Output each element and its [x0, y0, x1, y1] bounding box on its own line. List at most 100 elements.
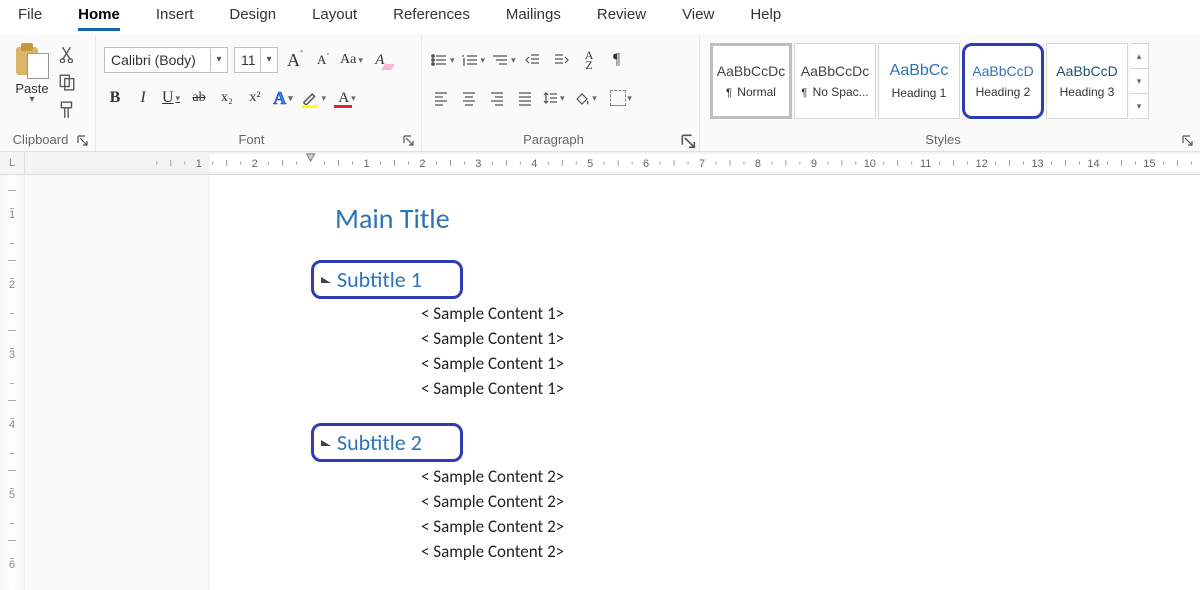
chevron-down-icon[interactable]: ▾: [260, 49, 277, 71]
menu-bar: FileHomeInsertDesignLayoutReferencesMail…: [0, 0, 1200, 34]
copy-button[interactable]: [58, 73, 76, 91]
align-center-button[interactable]: [458, 86, 480, 110]
svg-text:10: 10: [864, 158, 876, 170]
dialog-launcher-styles[interactable]: [1182, 134, 1194, 146]
dialog-launcher-clipboard[interactable]: [77, 134, 89, 146]
style-heading-2[interactable]: AaBbCcD Heading 2: [962, 43, 1044, 119]
cut-button[interactable]: [58, 45, 76, 63]
font-name-value: Calibri (Body): [105, 52, 210, 68]
doc-paragraph[interactable]: < Sample Content 2>: [421, 516, 1200, 537]
clear-formatting-button[interactable]: A: [369, 48, 391, 72]
superscript-button[interactable]: x²: [244, 86, 266, 110]
strikethrough-button[interactable]: ab: [188, 86, 210, 110]
group-label-styles: Styles: [700, 129, 1186, 151]
svg-text:12: 12: [976, 158, 988, 170]
styles-scroll-up[interactable]: ▴: [1130, 44, 1148, 69]
styles-scroll-down[interactable]: ▾: [1130, 69, 1148, 94]
show-marks-button[interactable]: ¶: [606, 48, 628, 72]
collapse-handle-icon[interactable]: [321, 440, 331, 446]
vruler-number: 3: [0, 349, 24, 361]
svg-text:2: 2: [419, 158, 425, 170]
justify-button[interactable]: [514, 86, 536, 110]
style-no-spac-[interactable]: AaBbCcDc¶ No Spac...: [794, 43, 876, 119]
style-sample: AaBbCc: [890, 62, 949, 80]
doc-paragraph[interactable]: < Sample Content 2>: [421, 541, 1200, 562]
bullets-button[interactable]: ▾: [430, 48, 455, 72]
sort-button[interactable]: A Z: [578, 48, 600, 72]
text-effects-button[interactable]: A▾: [272, 86, 294, 110]
menu-tab-help[interactable]: Help: [732, 2, 799, 29]
style-heading-3[interactable]: AaBbCcD Heading 3: [1046, 43, 1128, 119]
style-heading-1[interactable]: AaBbCc Heading 1: [878, 43, 960, 119]
menu-tab-mailings[interactable]: Mailings: [488, 2, 579, 29]
align-left-button[interactable]: [430, 86, 452, 110]
svg-text:8: 8: [755, 158, 761, 170]
font-name-combo[interactable]: Calibri (Body) ▾: [104, 47, 228, 73]
italic-button[interactable]: I: [132, 86, 154, 110]
style-normal[interactable]: AaBbCcDc¶ Normal: [710, 43, 792, 119]
doc-paragraph[interactable]: < Sample Content 1>: [421, 328, 1200, 349]
shrink-font-button[interactable]: Aˇ: [312, 48, 334, 72]
chevron-down-icon[interactable]: ▾: [29, 96, 34, 104]
doc-paragraph[interactable]: < Sample Content 1>: [421, 303, 1200, 324]
font-size-combo[interactable]: 11 ▾: [234, 47, 278, 73]
vruler-number: 2: [0, 279, 24, 291]
svg-text:13: 13: [1031, 158, 1043, 170]
doc-paragraph[interactable]: < Sample Content 2>: [421, 466, 1200, 487]
numbering-button[interactable]: ▾: [461, 48, 486, 72]
menu-tab-insert[interactable]: Insert: [138, 2, 212, 29]
doc-title[interactable]: Main Title: [335, 201, 1200, 236]
menu-tab-design[interactable]: Design: [211, 2, 294, 29]
shading-button[interactable]: ▾: [571, 86, 601, 110]
doc-paragraph[interactable]: < Sample Content 1>: [421, 353, 1200, 374]
heading2-row[interactable]: Subtitle 1: [317, 266, 1200, 293]
svg-text:6: 6: [643, 158, 649, 170]
collapse-handle-icon[interactable]: [321, 277, 331, 283]
change-case-button[interactable]: Aa▾: [340, 48, 363, 72]
highlight-button[interactable]: ▾: [300, 86, 326, 110]
style-name: ¶ Normal: [726, 85, 776, 99]
font-color-button[interactable]: A ▾: [332, 86, 362, 110]
grow-font-button[interactable]: Aˆ: [284, 48, 306, 72]
horizontal-ruler[interactable]: 21123456789101112131415: [25, 152, 1200, 174]
borders-button[interactable]: ▾: [607, 86, 637, 110]
menu-tab-file[interactable]: File: [0, 2, 60, 29]
doc-paragraph[interactable]: < Sample Content 2>: [421, 491, 1200, 512]
styles-scroll: ▴ ▾ ▾: [1130, 43, 1149, 119]
line-spacing-button[interactable]: ▾: [542, 86, 565, 110]
doc-subtitle[interactable]: Subtitle 2: [337, 429, 422, 456]
svg-text:11: 11: [920, 158, 931, 170]
menu-tab-references[interactable]: References: [375, 2, 488, 29]
styles-expand[interactable]: ▾: [1130, 94, 1148, 118]
border-icon: [611, 91, 625, 105]
tab-selector[interactable]: L: [0, 152, 25, 174]
doc-subtitle[interactable]: Subtitle 1: [337, 266, 422, 293]
bold-button[interactable]: B: [104, 86, 126, 110]
document-viewport[interactable]: Main Title Subtitle 1 < Sample Content 1> <…: [25, 175, 1200, 590]
menu-tab-layout[interactable]: Layout: [294, 2, 375, 29]
vruler-number: 6: [0, 559, 24, 571]
heading2-row[interactable]: Subtitle 2: [317, 429, 1200, 456]
multilevel-list-button[interactable]: ▾: [491, 48, 516, 72]
chevron-down-icon[interactable]: ▾: [210, 49, 227, 71]
group-label-paragraph: Paragraph: [422, 129, 685, 151]
dialog-launcher-paragraph[interactable]: [681, 134, 693, 146]
group-label-clipboard: Clipboard: [0, 129, 81, 151]
font-size-value: 11: [235, 52, 260, 68]
svg-text:3: 3: [475, 158, 481, 170]
doc-paragraph[interactable]: < Sample Content 1>: [421, 378, 1200, 399]
vertical-ruler[interactable]: 123456: [0, 175, 25, 590]
subscript-button[interactable]: x₂: [216, 86, 238, 110]
decrease-indent-button[interactable]: [522, 48, 544, 72]
align-right-button[interactable]: [486, 86, 508, 110]
underline-button[interactable]: U▾: [160, 86, 182, 110]
document-page[interactable]: Main Title Subtitle 1 < Sample Content 1> <…: [210, 175, 1200, 590]
menu-tab-home[interactable]: Home: [60, 2, 138, 29]
menu-tab-review[interactable]: Review: [579, 2, 664, 29]
dialog-launcher-font[interactable]: [403, 134, 415, 146]
format-painter-button[interactable]: [58, 101, 76, 119]
increase-indent-button[interactable]: [550, 48, 572, 72]
menu-tab-view[interactable]: View: [664, 2, 732, 29]
paste-button[interactable]: Paste ▾: [8, 39, 56, 104]
workspace: 123456 Main TitleSubtitle 1< Sample Cont…: [0, 175, 1200, 590]
